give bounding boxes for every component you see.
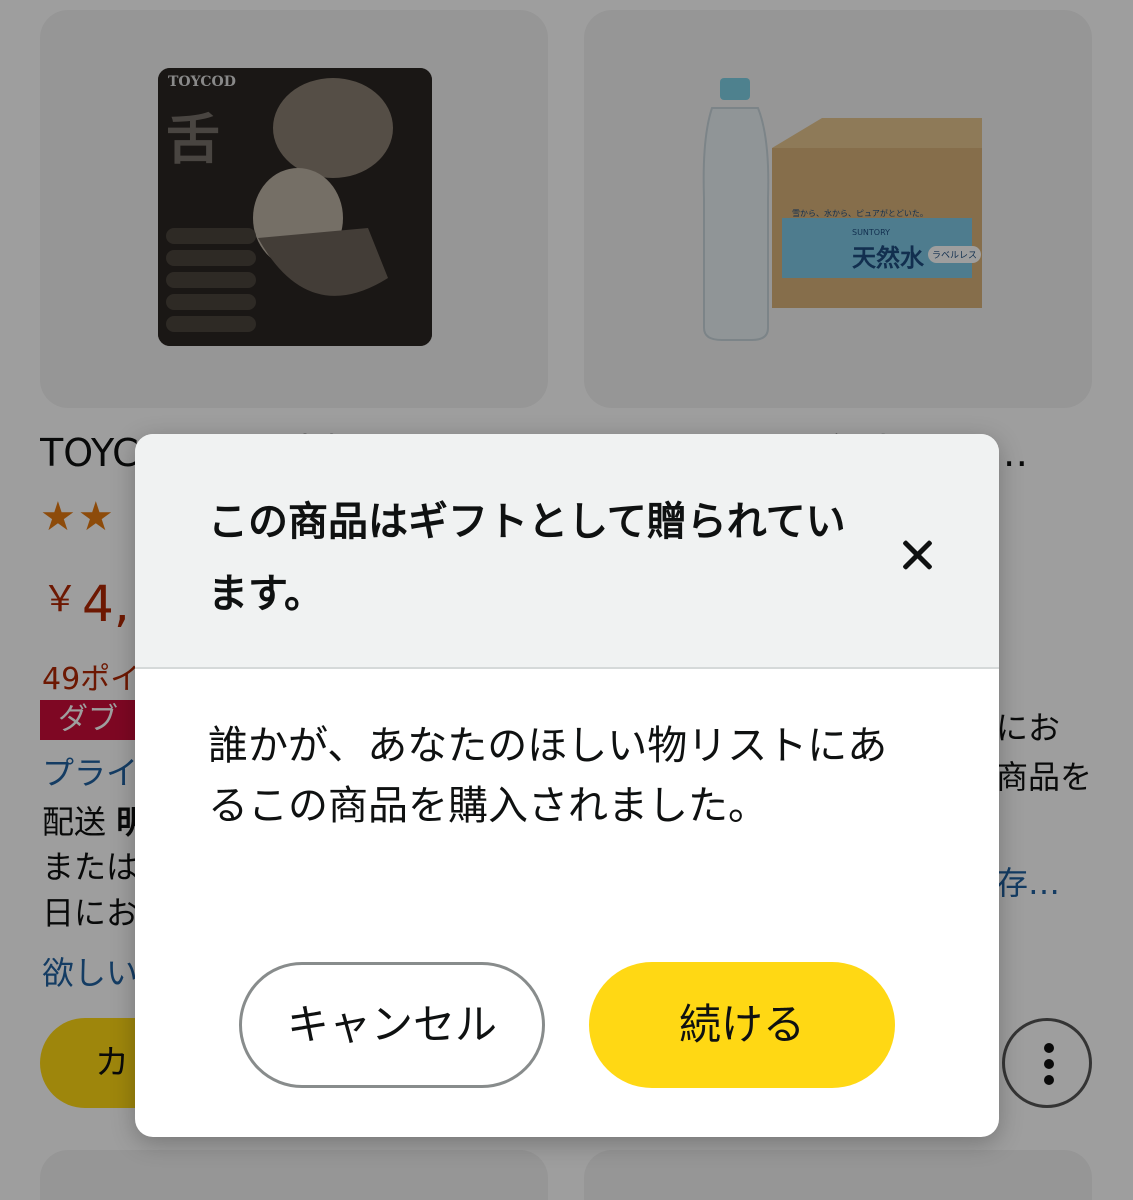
gift-notice-dialog: この商品はギフトとして贈られています。 誰かが、あなたのほしい物リストにあるこの… (135, 434, 999, 1137)
cancel-button[interactable]: キャンセル (239, 962, 545, 1088)
dialog-title: この商品はギフトとして贈られています。 (208, 499, 846, 617)
close-icon[interactable] (883, 520, 953, 590)
dialog-header: この商品はギフトとして贈られています。 (135, 434, 999, 669)
dialog-message: 誰かが、あなたのほしい物リストにあるこの商品を購入されました。 (208, 723, 888, 829)
continue-button[interactable]: 続ける (589, 962, 895, 1088)
